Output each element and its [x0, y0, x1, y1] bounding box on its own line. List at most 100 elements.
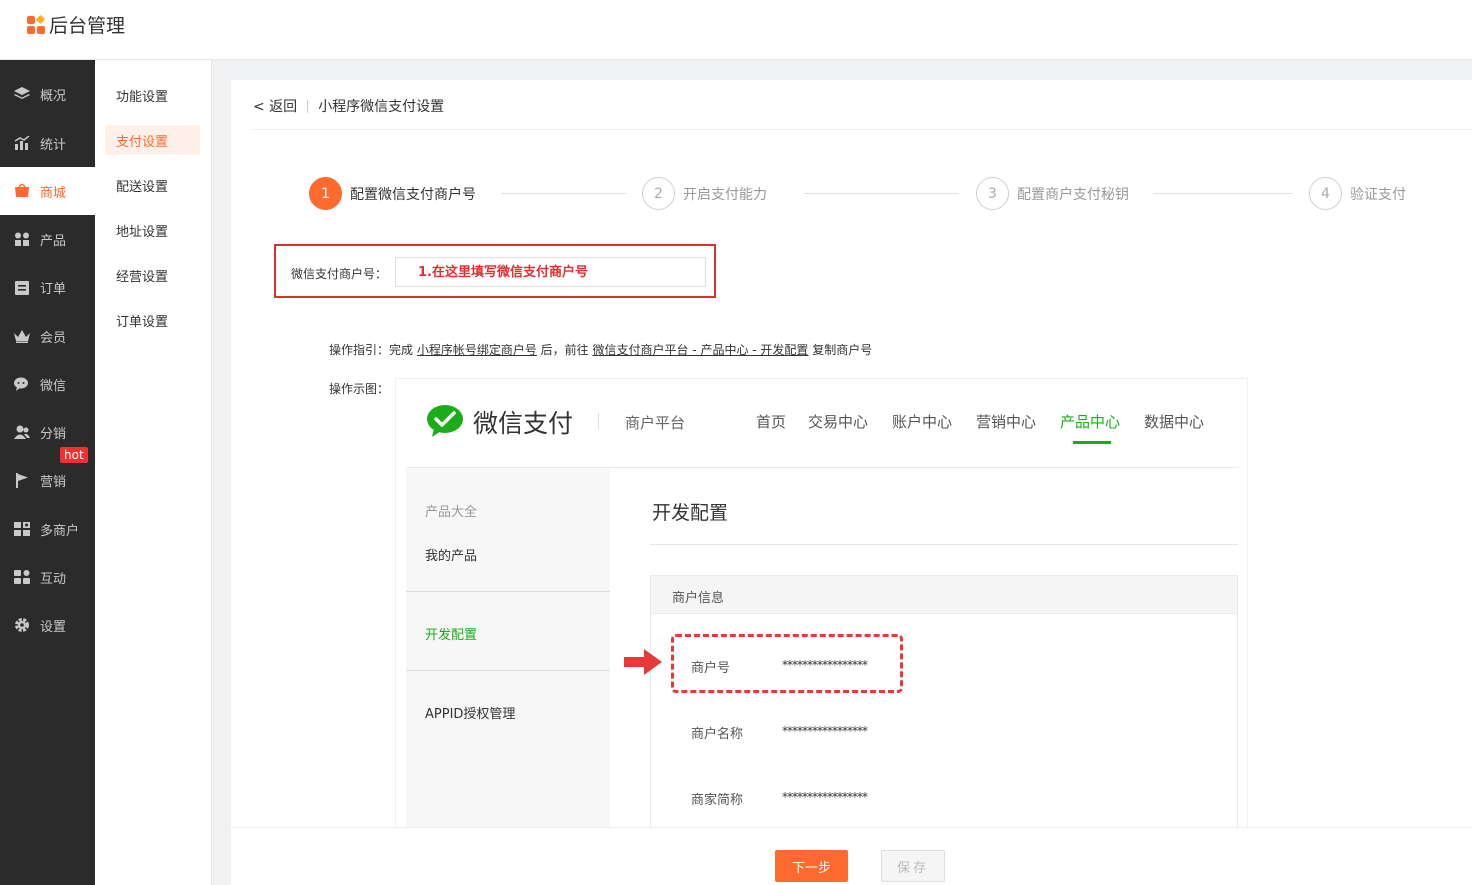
- users-icon: [14, 424, 30, 440]
- app-title: 后台管理: [49, 15, 126, 37]
- top-header: 后台管理: [0, 0, 1472, 60]
- settings-subnav: 功能设置 支付设置 配送设置 地址设置 经营设置 订单设置: [95, 60, 212, 885]
- subnav-item-payment[interactable]: 支付设置: [105, 125, 200, 155]
- layers-icon: [14, 86, 30, 102]
- wx-nav-data: 数据中心: [1144, 413, 1205, 431]
- app-logo[interactable]: 后台管理: [27, 11, 125, 38]
- sidebar-item-settings[interactable]: 设置: [0, 601, 95, 649]
- step-connector: [804, 193, 959, 194]
- merchant-short-name-row-value: *****************: [782, 790, 868, 804]
- merchant-id-row-label: 商户号: [691, 661, 731, 676]
- sidebar-item-label: 互动: [40, 571, 67, 587]
- wx-menu-divider: [406, 670, 610, 671]
- wechat-pay-logo-icon: [427, 405, 463, 437]
- sidebar-item-multi-merchant[interactable]: 多商户: [0, 505, 95, 553]
- sidebar-item-stats[interactable]: 统计: [0, 119, 95, 167]
- step-label: 配置商户支付秘钥: [1017, 186, 1129, 203]
- sidebar-item-label: 多商户: [40, 523, 80, 539]
- step-2: 2 开启支付能力: [642, 177, 767, 210]
- crown-icon: [14, 328, 30, 344]
- step-4: 4 验证支付: [1309, 177, 1406, 210]
- sidebar-item-members[interactable]: 会员: [0, 312, 95, 360]
- sidebar-item-label: 营销: [40, 474, 67, 490]
- wx-menu-dev-config: 开发配置: [425, 628, 478, 643]
- logo-icon: [27, 14, 46, 34]
- wx-menu-my-products: 我的产品: [425, 549, 478, 564]
- wechat-pay-header: 微信支付 商户平台 首页 交易中心 账户中心 营销中心 产品中心 数据中心: [406, 379, 1239, 468]
- step-label: 配置微信支付商户号: [350, 186, 476, 203]
- store-icon: [14, 521, 30, 537]
- back-link[interactable]: < 返回: [253, 96, 297, 116]
- dev-config-divider: [650, 544, 1238, 545]
- merchant-id-row-value: *****************: [782, 658, 868, 672]
- step-label: 开启支付能力: [683, 186, 767, 203]
- sidebar-item-marketing[interactable]: hot 营销: [0, 447, 95, 504]
- sidebar-item-label: 会员: [40, 330, 67, 346]
- main-panel: < 返回 小程序微信支付设置 1 配置微信支付商户号 2 开启支付能力 3 配置…: [231, 80, 1472, 885]
- sidebar-item-label: 商城: [40, 185, 67, 201]
- main-sidebar: 概况 统计 商城 产品 订单 会员 微信 分销 hot 营销 多商户 互动 设置: [0, 60, 95, 885]
- flag-icon: [14, 472, 30, 488]
- guide-text: 操作指引：完成: [329, 343, 417, 357]
- merchant-info-title: 商户信息: [672, 591, 725, 606]
- step-1: 1 配置微信支付商户号: [309, 177, 476, 210]
- sidebar-item-wechat[interactable]: 微信: [0, 360, 95, 408]
- sidebar-item-label: 微信: [40, 378, 67, 394]
- breadcrumb: < 返回 小程序微信支付设置: [253, 96, 444, 116]
- wechat-icon: [14, 376, 30, 392]
- sidebar-item-interaction[interactable]: 互动: [0, 553, 95, 601]
- wx-menu-appid: APPID授权管理: [425, 707, 516, 722]
- wx-nav-account: 账户中心: [892, 413, 953, 431]
- gear-icon: [14, 617, 30, 633]
- merchant-name-row-label: 商户名称: [691, 727, 744, 742]
- bind-merchant-link[interactable]: 小程序帐号绑定商户号: [417, 343, 537, 357]
- dev-config-link[interactable]: 微信支付商户平台 - 产品中心 - 开发配置: [592, 343, 808, 357]
- step-number: 2: [642, 177, 675, 210]
- chart-icon: [14, 135, 30, 151]
- sidebar-item-label: 设置: [40, 619, 67, 635]
- merchant-id-input[interactable]: [395, 257, 706, 287]
- page-title: 小程序微信支付设置: [318, 99, 445, 115]
- brand-divider: [598, 413, 599, 429]
- demo-label: 操作示图：: [329, 382, 390, 396]
- sidebar-item-overview[interactable]: 概况: [0, 70, 95, 118]
- subnav-item-address[interactable]: 地址设置: [105, 215, 200, 245]
- step-label: 验证支付: [1350, 186, 1406, 203]
- subnav-item-function[interactable]: 功能设置: [105, 80, 200, 110]
- shop-icon: [14, 183, 30, 199]
- merchant-short-name-row-label: 商家简称: [691, 793, 744, 808]
- wx-menu-all-products: 产品大全: [425, 505, 478, 520]
- wx-nav-active-indicator: [1073, 441, 1111, 444]
- hot-badge: hot: [60, 447, 88, 463]
- step-connector: [501, 193, 626, 194]
- step-connector: [1153, 193, 1293, 194]
- wx-nav-product: 产品中心: [1060, 413, 1121, 431]
- step-number: 4: [1309, 177, 1342, 210]
- wx-menu-divider: [406, 591, 610, 592]
- wx-left-menu: 产品大全 我的产品 开发配置 APPID授权管理: [406, 469, 610, 829]
- operation-guide: 操作指引：完成 小程序帐号绑定商户号 后，前往 微信支付商户平台 - 产品中心 …: [329, 341, 872, 358]
- apps-icon: [14, 569, 30, 585]
- sidebar-item-label: 统计: [40, 137, 67, 153]
- save-button[interactable]: 保存: [881, 850, 945, 882]
- sidebar-item-product[interactable]: 产品: [0, 215, 95, 263]
- sidebar-item-label: 概况: [40, 88, 67, 104]
- sidebar-item-label: 订单: [40, 281, 67, 297]
- breadcrumb-divider: [307, 99, 309, 113]
- header-divider: [253, 129, 1472, 130]
- next-step-button[interactable]: 下一步: [775, 850, 848, 882]
- guide-text: 后，前往: [536, 343, 593, 357]
- subnav-item-delivery[interactable]: 配送设置: [105, 170, 200, 200]
- wx-nav-trade: 交易中心: [808, 413, 869, 431]
- guide-text: 复制商户号: [808, 343, 873, 357]
- subnav-item-order[interactable]: 订单设置: [105, 305, 200, 335]
- dev-config-title: 开发配置: [652, 502, 729, 524]
- sidebar-item-orders[interactable]: 订单: [0, 263, 95, 311]
- sidebar-item-label: 分销: [40, 426, 67, 442]
- sidebar-item-label: 产品: [40, 233, 67, 249]
- pointer-arrow-icon: [624, 649, 662, 675]
- demo-screenshot: 微信支付 商户平台 首页 交易中心 账户中心 营销中心 产品中心 数据中心 产品…: [395, 378, 1248, 885]
- subnav-item-business[interactable]: 经营设置: [105, 260, 200, 290]
- sidebar-item-shop[interactable]: 商城: [0, 167, 95, 215]
- grid-icon: [14, 231, 30, 247]
